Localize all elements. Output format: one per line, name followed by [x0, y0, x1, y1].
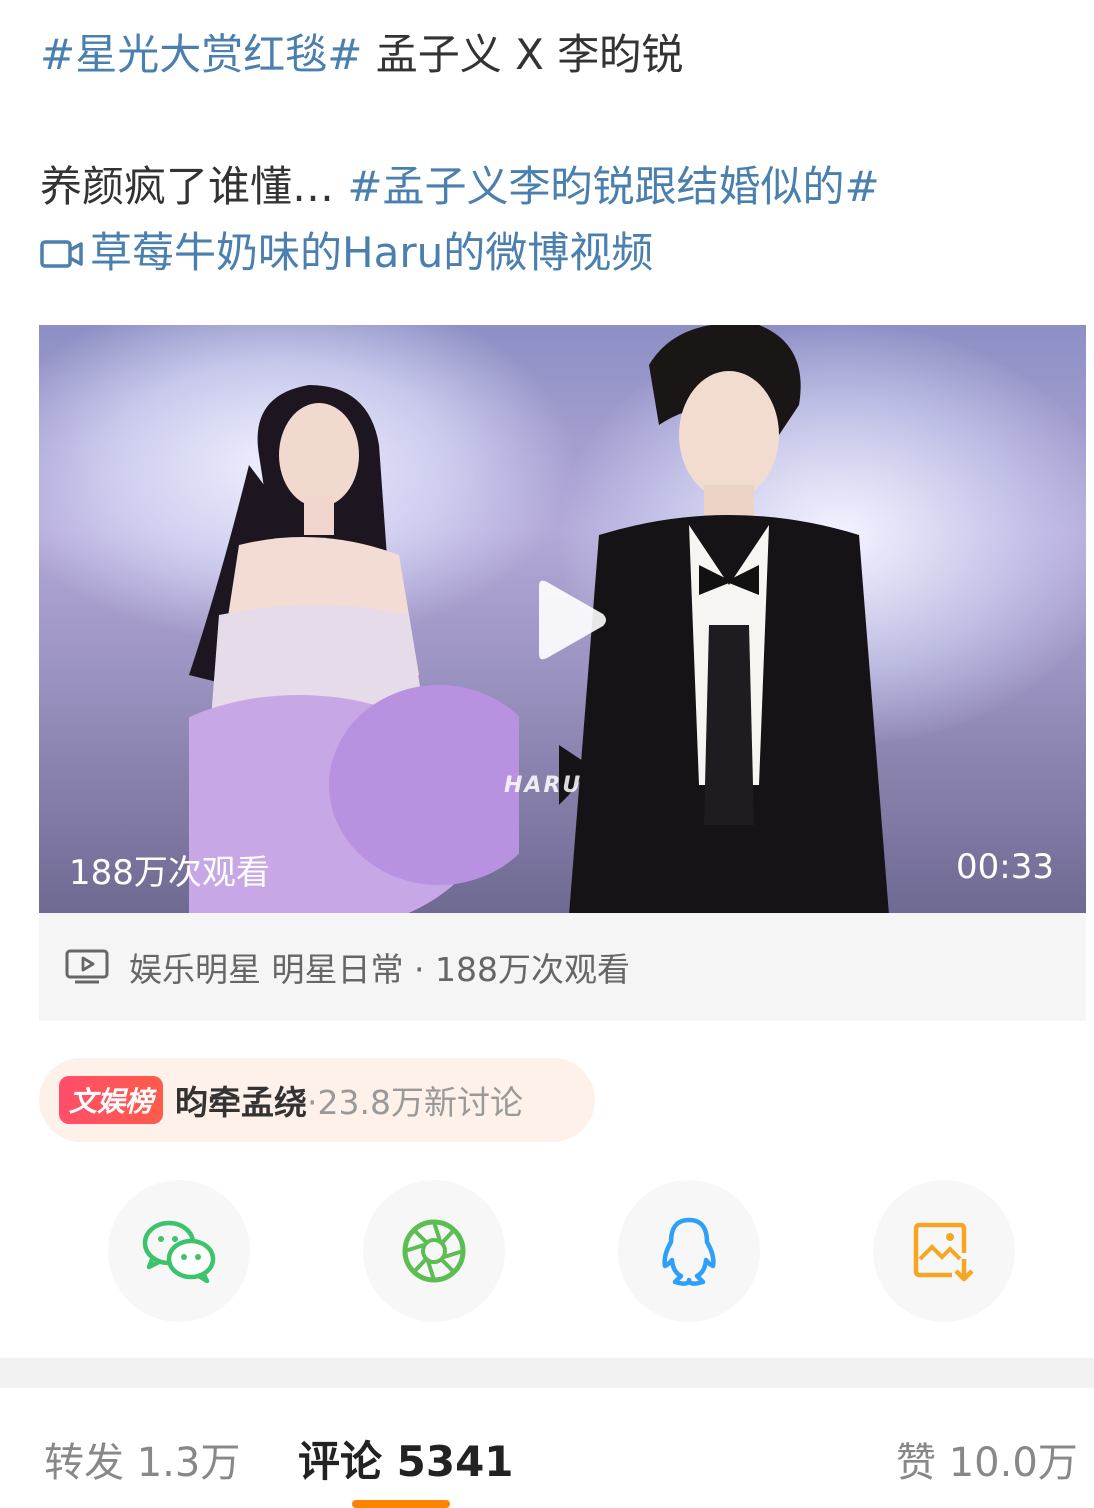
trending-topic-pill[interactable]: 文娱榜 昀牵孟绕 ·23.8万新讨论	[39, 1058, 595, 1142]
trend-name: 昀牵孟绕	[175, 1083, 308, 1122]
save-image-icon	[913, 1222, 974, 1282]
qq-icon	[662, 1217, 716, 1286]
section-divider	[0, 1358, 1094, 1388]
moments-icon	[402, 1219, 466, 1283]
video-player[interactable]: HARU 188万次观看 00:33	[39, 325, 1086, 913]
save-image-button[interactable]	[873, 1180, 1015, 1322]
tab-repost[interactable]: 转发 1.3万	[44, 1430, 240, 1488]
play-icon[interactable]	[529, 578, 609, 662]
video-camera-icon	[40, 240, 83, 268]
video-meta-bar[interactable]: 娱乐明星 明星日常 · 188万次观看	[39, 913, 1086, 1021]
active-tab-indicator	[352, 1500, 450, 1508]
tab-comment[interactable]: 评论 5341	[298, 1428, 514, 1489]
post-text: #星光大赏红毯# 孟子义 X 李昀锐 养颜疯了谁懂… #孟子义李昀锐跟结婚似的#…	[40, 22, 1060, 289]
video-watermark: HARU	[504, 773, 583, 798]
post-line-2: 养颜疯了谁懂… #孟子义李昀锐跟结婚似的#	[40, 154, 1060, 220]
post-text-content: 孟子义 X 李昀锐	[362, 30, 684, 79]
hashtag-link[interactable]: #孟子义李昀锐跟结婚似的#	[347, 162, 879, 211]
share-moments-button[interactable]	[363, 1180, 505, 1322]
video-link[interactable]: 草莓牛奶味的Haru的微博视频	[40, 220, 1060, 289]
tab-like[interactable]: 赞 10.0万	[896, 1430, 1078, 1488]
hashtag-link[interactable]: #星光大赏红毯#	[40, 30, 362, 79]
video-views-overlay: 188万次观看	[69, 853, 270, 893]
post-text-content: 养颜疯了谁懂…	[40, 162, 348, 211]
trend-badge: 文娱榜	[59, 1076, 164, 1124]
video-link-label[interactable]: 草莓牛奶味的Haru的微博视频	[90, 220, 653, 286]
video-frame-woman	[189, 385, 519, 913]
video-channel-icon	[65, 949, 109, 984]
interaction-tabs: 转发 1.3万 评论 5341 赞 10.0万	[0, 1388, 1094, 1508]
wechat-icon	[142, 1220, 216, 1283]
trend-stat: ·23.8万新讨论	[307, 1083, 523, 1122]
video-duration: 00:33	[956, 847, 1054, 887]
share-qq-button[interactable]	[618, 1180, 760, 1322]
video-meta-text: 娱乐明星 明星日常 · 188万次观看	[129, 950, 630, 989]
share-wechat-button[interactable]	[108, 1180, 250, 1322]
post-line-1: #星光大赏红毯# 孟子义 X 李昀锐	[40, 22, 1060, 88]
